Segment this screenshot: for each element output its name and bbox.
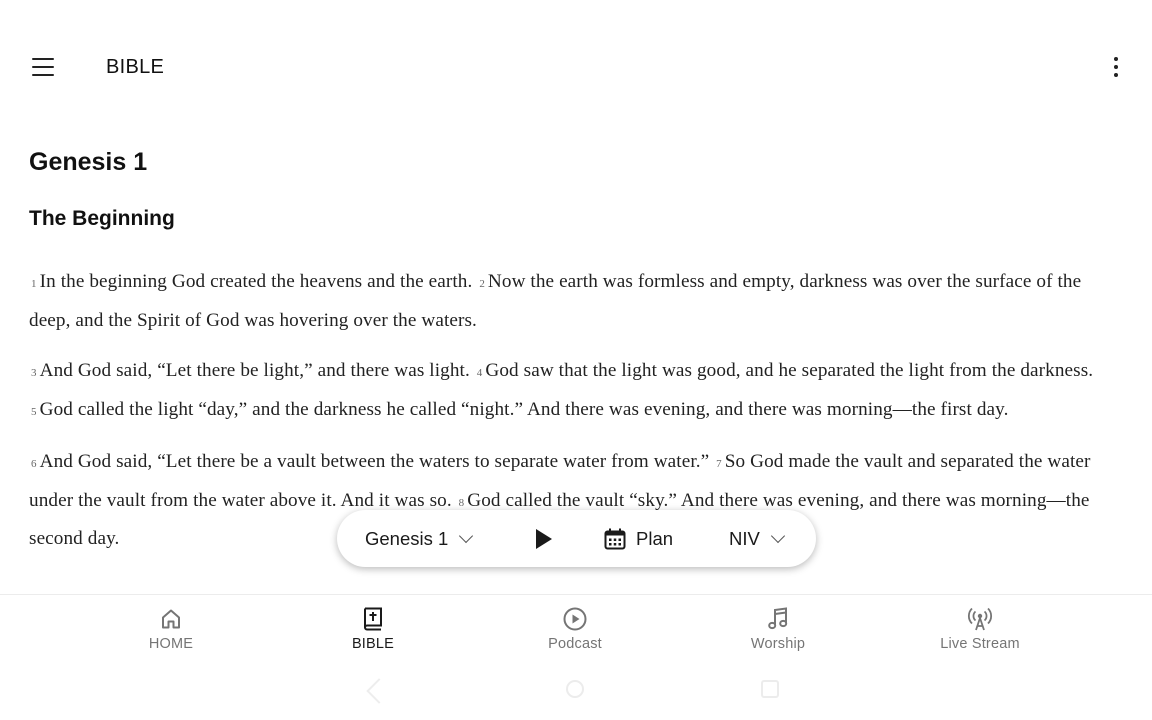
chevron-down-icon — [459, 528, 474, 543]
bible-icon — [360, 606, 386, 632]
broadcast-icon — [967, 606, 993, 632]
verse-number: 8 — [458, 496, 465, 509]
verse-number: 5 — [31, 405, 37, 418]
verse-text[interactable]: God saw that the light was good, and he … — [485, 360, 1093, 381]
verse-text[interactable]: And God said, “Let there be a vault betw… — [40, 451, 710, 472]
verse-number: 1 — [31, 278, 37, 290]
calendar-icon — [604, 528, 626, 550]
plan-button[interactable]: Plan — [604, 510, 673, 567]
back-icon[interactable] — [366, 678, 392, 704]
recent-apps-icon[interactable] — [761, 680, 779, 698]
nav-item-bible[interactable]: BIBLE — [303, 595, 443, 665]
nav-label: Worship — [750, 636, 806, 652]
nav-item-live-stream[interactable]: Live Stream — [910, 595, 1050, 665]
paragraph: 1 In the beginning God created the heaven… — [29, 264, 1124, 339]
music-note-icon — [765, 606, 791, 632]
book-chapter-label: Genesis 1 — [365, 527, 449, 549]
more-options-icon[interactable] — [1100, 50, 1132, 84]
verse-text[interactable]: And God said, “Let there be light,” and … — [40, 360, 470, 381]
app-title: BIBLE — [106, 56, 165, 78]
version-selector[interactable]: NIV — [729, 510, 785, 567]
nav-item-podcast[interactable]: Podcast — [505, 595, 645, 665]
verse-text[interactable]: In the beginning God created the heavens… — [40, 271, 473, 292]
nav-label: HOME — [148, 636, 194, 652]
verse-number: 6 — [31, 458, 37, 470]
verse-number: 3 — [31, 367, 37, 379]
podcast-play-icon — [562, 606, 588, 632]
paragraph: 3 And God said, “Let there be light,” and… — [29, 353, 1124, 430]
verse-number: 7 — [716, 458, 722, 470]
verse-text[interactable]: God called the light “day,” and the dark… — [40, 399, 1009, 420]
nav-label: Podcast — [548, 636, 602, 652]
verse-number: 4 — [476, 367, 483, 379]
home-button-icon[interactable] — [566, 680, 584, 698]
book-chapter-selector[interactable]: Genesis 1 — [365, 510, 474, 567]
verse-number: 2 — [479, 278, 485, 290]
app-bar: BIBLE — [0, 0, 1152, 120]
play-icon — [535, 528, 552, 549]
chevron-down-icon — [770, 528, 785, 543]
version-label: NIV — [729, 527, 760, 549]
nav-label: Live Stream — [940, 636, 1020, 652]
bottom-navigation: HOME BIBLE Podcast Worship Live Stream — [0, 594, 1152, 666]
play-button[interactable] — [529, 510, 555, 567]
nav-item-worship[interactable]: Worship — [708, 595, 848, 665]
reader-controls: Genesis 1 Plan NIV — [337, 510, 816, 567]
plan-label: Plan — [636, 527, 674, 549]
nav-label: BIBLE — [351, 636, 395, 652]
section-title: The Beginning — [29, 207, 175, 230]
home-icon — [158, 606, 184, 632]
chapter-title: Genesis 1 — [29, 148, 148, 176]
nav-item-home[interactable]: HOME — [101, 595, 241, 665]
hamburger-menu-icon[interactable] — [22, 46, 64, 88]
system-navigation-bar — [0, 678, 1152, 720]
